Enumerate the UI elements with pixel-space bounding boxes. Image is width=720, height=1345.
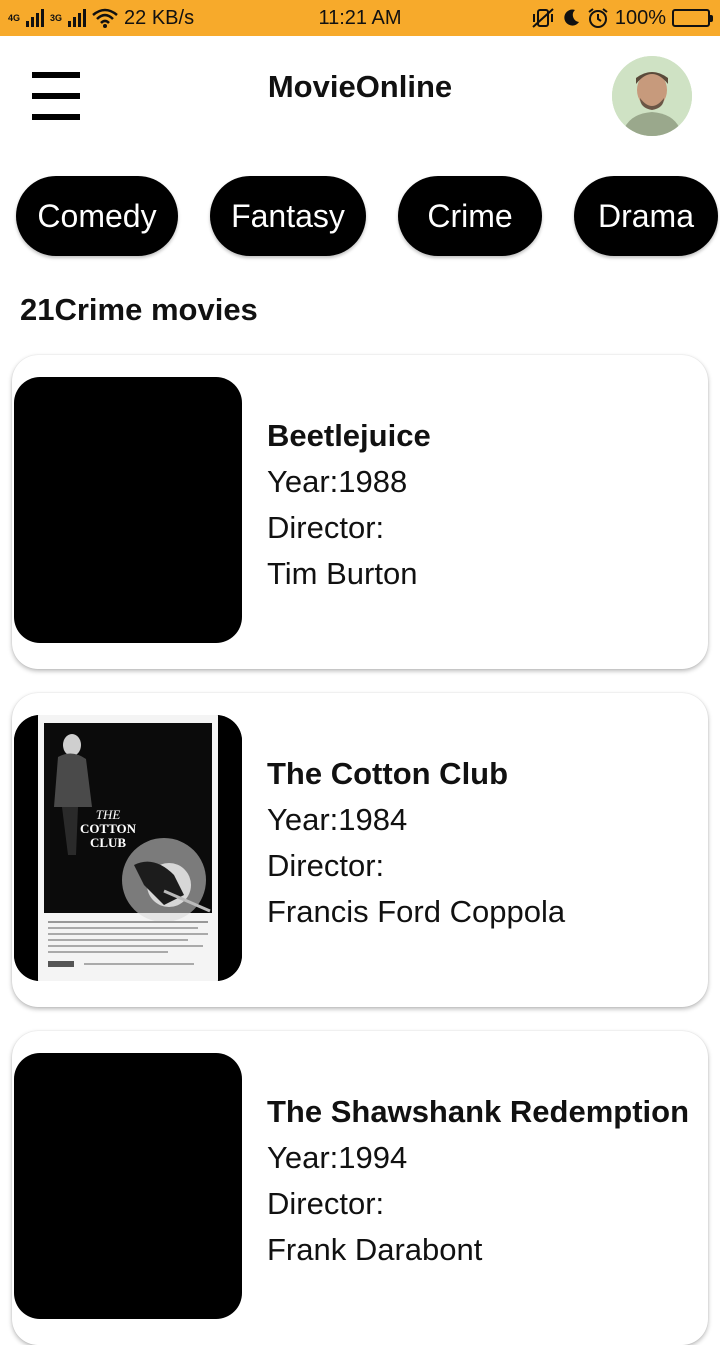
movie-poster: THE COTTON CLUB: [14, 715, 242, 981]
signal-icon-2: [68, 9, 87, 27]
chip-drama[interactable]: Drama: [574, 176, 718, 256]
movie-info: Beetlejuice Year:1988 Director: Tim Burt…: [267, 413, 431, 597]
movie-title: The Shawshank Redemption: [267, 1094, 690, 1129]
avatar-image: [612, 56, 692, 136]
chip-crime[interactable]: Crime: [398, 176, 542, 256]
movie-director: Frank Darabont: [267, 1232, 483, 1267]
genre-chips: Comedy Fantasy Crime Drama: [0, 176, 720, 256]
status-bar: 4G 3G 22 KB/s 11:21 AM 100%: [0, 0, 720, 36]
poster-title-1: THE: [96, 807, 121, 822]
poster-title-3: CLUB: [90, 835, 126, 850]
chip-fantasy[interactable]: Fantasy: [210, 176, 366, 256]
movie-director-label: Director:: [267, 510, 385, 545]
signal-icon: [26, 9, 45, 27]
movie-title: Beetlejuice: [267, 418, 431, 453]
movie-title: The Cotton Club: [267, 756, 509, 791]
movie-card[interactable]: THE COTTON CLUB The Cotton Club Year:198…: [12, 693, 708, 1007]
movie-info: The Shawshank Redemption Year:1994 Direc…: [267, 1089, 689, 1273]
movie-director: Tim Burton: [267, 556, 418, 591]
movie-poster: [14, 1053, 242, 1319]
movie-count-heading: 21Crime movies: [20, 292, 258, 327]
app-bar: MovieOnline: [0, 36, 720, 144]
network-type-2: 3G: [50, 12, 63, 23]
vibrate-icon: [532, 8, 554, 28]
movie-poster: [14, 377, 242, 643]
movie-year: Year:1984: [267, 802, 408, 837]
movie-info: The Cotton Club Year:1984 Director: Fran…: [267, 751, 565, 935]
movie-card[interactable]: Beetlejuice Year:1988 Director: Tim Burt…: [12, 355, 708, 669]
battery-percent: 100%: [614, 6, 666, 29]
poster-title-2: COTTON: [80, 821, 137, 836]
moon-icon: [564, 9, 579, 26]
wifi-icon: [92, 8, 118, 28]
movie-year: Year:1988: [267, 464, 408, 499]
network-type-1: 4G: [8, 12, 21, 23]
avatar[interactable]: [612, 56, 692, 136]
status-right: 100%: [531, 6, 713, 30]
movie-director-label: Director:: [267, 1186, 385, 1221]
battery-icon: [672, 9, 713, 27]
network-speed: 22 KB/s: [124, 6, 195, 29]
movie-card[interactable]: The Shawshank Redemption Year:1994 Direc…: [12, 1031, 708, 1345]
movie-year: Year:1994: [267, 1140, 408, 1175]
status-left: 4G 3G 22 KB/s: [8, 7, 194, 30]
movie-director: Francis Ford Coppola: [267, 894, 566, 929]
cotton-club-poster-image: THE COTTON CLUB: [14, 715, 242, 981]
chip-comedy[interactable]: Comedy: [16, 176, 178, 256]
alarm-icon: [588, 8, 608, 28]
movie-director-label: Director:: [267, 848, 385, 883]
